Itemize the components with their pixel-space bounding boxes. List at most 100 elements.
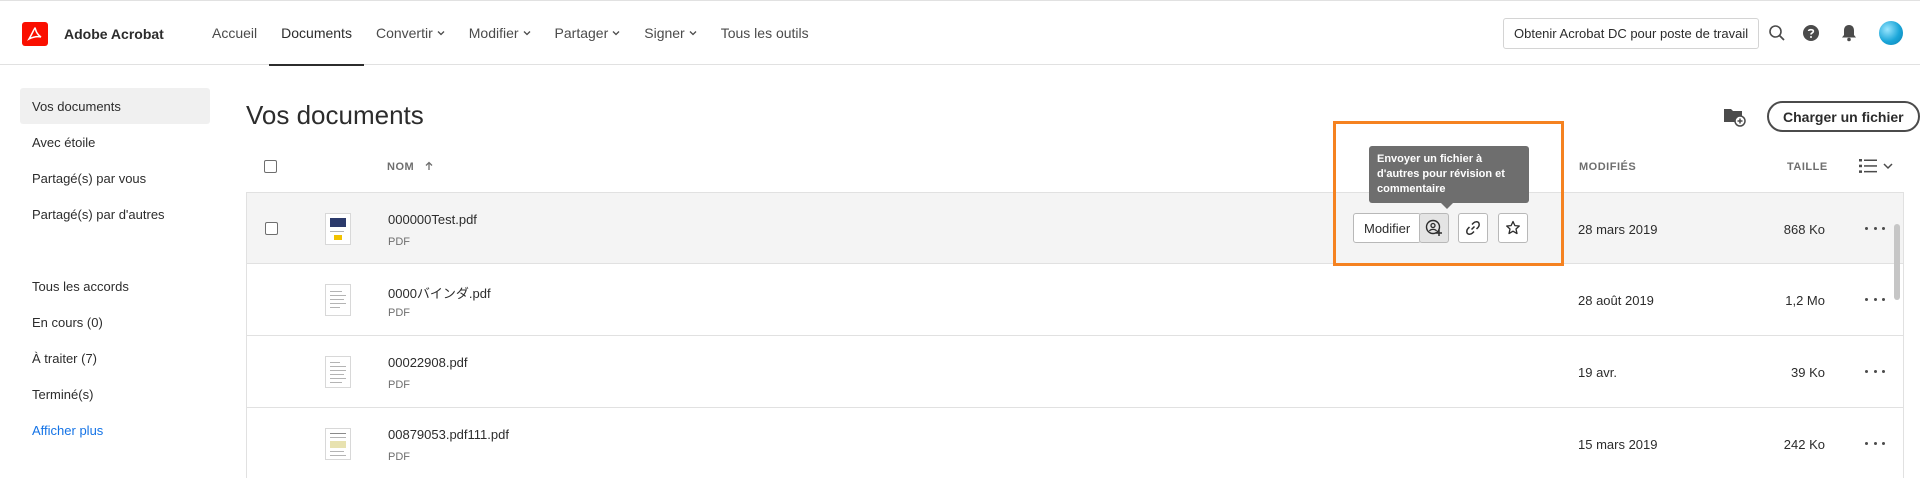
thumbnail-line [330, 295, 346, 296]
chevron-down-icon [437, 31, 445, 36]
send-for-review-tooltip: Envoyer un fichier à d'autres pour révis… [1369, 146, 1529, 209]
column-modified-header[interactable]: MODIFIÉS [1579, 161, 1636, 173]
file-name[interactable]: 00879053.pdf111.pdf [388, 427, 509, 442]
file-type: PDF [388, 236, 410, 248]
file-size: 242 Ko [1783, 437, 1825, 452]
table-row[interactable]: 000000Test.pdf PDF Modifier 28 mars 2019… [246, 192, 1904, 264]
sort-arrow-up-icon [425, 161, 433, 170]
thumbnail-line [330, 303, 346, 304]
thumbnail-line [330, 362, 340, 363]
thumbnail-line [330, 366, 346, 367]
sidebar-item-partages-par-vous[interactable]: Partagé(s) par vous [20, 160, 210, 196]
search-icon[interactable] [1767, 23, 1787, 43]
new-folder-icon[interactable] [1722, 104, 1746, 128]
file-type: PDF [388, 379, 410, 391]
file-size: 39 Ko [1791, 365, 1825, 380]
upload-file-button[interactable]: Charger un fichier [1767, 101, 1920, 132]
more-options-icon[interactable] [1865, 291, 1885, 307]
nav-modifier[interactable]: Modifier [457, 1, 543, 65]
star-button[interactable] [1498, 213, 1528, 243]
table-row[interactable]: 00879053.pdf111.pdf PDF 15 mars 2019 242… [246, 408, 1904, 478]
star-icon [1506, 220, 1520, 235]
nav-convertir[interactable]: Convertir [364, 1, 457, 65]
nav-tous-les-outils[interactable]: Tous les outils [709, 1, 821, 65]
thumbnail-line [330, 437, 346, 438]
modified-date: 28 mars 2019 [1578, 222, 1658, 237]
view-toggle-button[interactable] [1859, 158, 1893, 174]
avatar[interactable] [1879, 21, 1903, 45]
link-icon [1466, 221, 1480, 235]
nav-partager[interactable]: Partager [543, 1, 633, 65]
send-for-review-button[interactable] [1419, 213, 1449, 243]
modifier-button[interactable]: Modifier [1353, 213, 1422, 243]
thumbnail-line [330, 382, 342, 383]
acrobat-logo-icon[interactable] [22, 22, 48, 46]
sidebar-item-a-traiter[interactable]: À traiter (7) [20, 340, 210, 376]
nav-label: Accueil [212, 25, 258, 41]
chevron-down-icon [1883, 163, 1893, 170]
document-thumbnail [325, 213, 351, 245]
file-name[interactable]: 00022908.pdf [388, 355, 468, 370]
nav-label: Documents [281, 25, 352, 41]
more-options-icon[interactable] [1865, 220, 1885, 236]
document-thumbnail [325, 284, 351, 316]
bell-icon[interactable] [1839, 23, 1859, 43]
modified-date: 19 avr. [1578, 365, 1618, 380]
sidebar-item-en-cours[interactable]: En cours (0) [20, 304, 210, 340]
top-bar: Adobe Acrobat Accueil Documents Converti… [0, 0, 1920, 66]
modified-date: 28 août 2019 [1578, 293, 1654, 308]
sidebar-item-partages-par-autres[interactable]: Partagé(s) par d'autres [20, 196, 210, 232]
thumbnail-line [330, 374, 344, 375]
thumbnail-image [334, 235, 342, 240]
file-name[interactable]: 0000バインダ.pdf [388, 283, 491, 302]
nav-signer[interactable]: Signer [632, 1, 708, 65]
help-icon[interactable] [1801, 23, 1821, 43]
chevron-down-icon [689, 31, 697, 36]
page-title: Vos documents [246, 100, 424, 130]
file-name[interactable]: 000000Test.pdf [388, 212, 477, 227]
thumbnail-line [330, 451, 344, 452]
documents-table: 000000Test.pdf PDF Modifier 28 mars 2019… [246, 192, 1904, 478]
more-options-icon[interactable] [1865, 435, 1885, 451]
column-label: NOM [387, 161, 415, 173]
nav-accueil[interactable]: Accueil [200, 1, 269, 65]
thumbnail-line [330, 433, 346, 434]
table-header: NOM MODIFIÉS TAILLE [246, 150, 1904, 184]
row-checkbox[interactable] [265, 222, 278, 235]
app-name[interactable]: Adobe Acrobat [64, 26, 164, 42]
sidebar-item-termines[interactable]: Terminé(s) [20, 376, 210, 412]
send-for-review-icon [1425, 219, 1442, 236]
file-type: PDF [388, 307, 410, 319]
table-row[interactable]: 00022908.pdf PDF 19 avr. 39 Ko [246, 336, 1904, 408]
get-desktop-button[interactable]: Obtenir Acrobat DC pour poste de travail [1503, 18, 1760, 49]
sidebar-item-tous-les-accords[interactable]: Tous les accords [20, 268, 210, 304]
document-thumbnail [325, 428, 351, 460]
thumbnail-line [330, 291, 342, 292]
modified-date: 15 mars 2019 [1578, 437, 1658, 452]
thumbnail-line [330, 455, 346, 456]
thumbnail-line [330, 231, 344, 232]
sidebar-link-afficher-plus[interactable]: Afficher plus [20, 412, 210, 448]
nav-label: Partager [554, 25, 609, 41]
column-size-header[interactable]: TAILLE [1787, 161, 1828, 173]
thumbnail-line [330, 299, 344, 300]
table-row[interactable]: 0000バインダ.pdf PDF 28 août 2019 1,2 Mo [246, 264, 1904, 336]
thumbnail-line [330, 378, 346, 379]
sidebar-item-vos-documents[interactable]: Vos documents [20, 88, 210, 124]
nav-label: Tous les outils [720, 25, 809, 41]
nav-label: Modifier [468, 25, 519, 41]
list-view-icon [1859, 159, 1877, 173]
sidebar-divider [20, 232, 210, 268]
file-size: 868 Ko [1783, 222, 1825, 237]
select-all-checkbox[interactable] [264, 160, 277, 173]
copy-link-button[interactable] [1458, 213, 1488, 243]
thumbnail-image [330, 218, 346, 227]
column-name-header[interactable]: NOM [387, 161, 434, 173]
thumbnail-image [330, 441, 346, 448]
document-thumbnail [325, 356, 351, 388]
chevron-down-icon [612, 31, 620, 36]
more-options-icon[interactable] [1865, 363, 1885, 379]
vertical-scrollbar[interactable] [1894, 224, 1900, 300]
sidebar-item-avec-etoile[interactable]: Avec étoile [20, 124, 210, 160]
nav-documents[interactable]: Documents [269, 1, 364, 66]
